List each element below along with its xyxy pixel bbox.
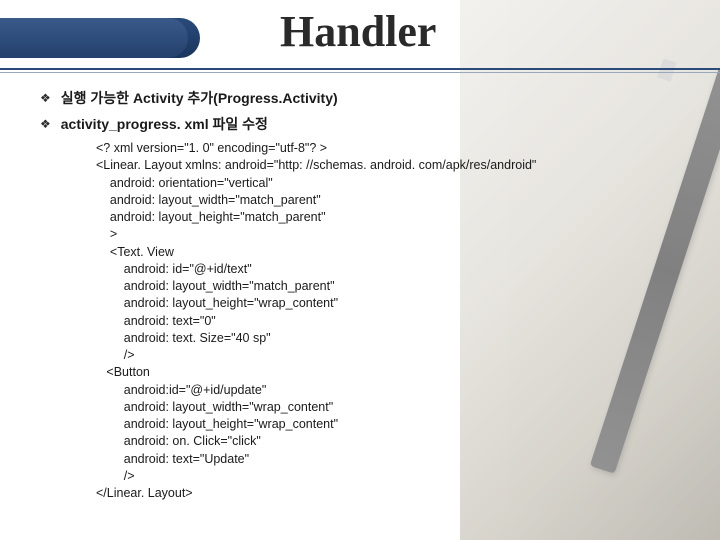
bullet-label: activity_progress. xml 파일 수정 [61, 114, 268, 134]
bullet-item: ❖ 실행 가능한 Activity 추가(Progress.Activity) [40, 88, 680, 108]
diamond-bullet-icon: ❖ [40, 88, 51, 108]
title-bar: Handler [0, 0, 720, 66]
slide-title: Handler [280, 6, 436, 57]
content-area: ❖ 실행 가능한 Activity 추가(Progress.Activity) … [0, 66, 720, 502]
diamond-bullet-icon: ❖ [40, 114, 51, 134]
bullet-item: ❖ activity_progress. xml 파일 수정 [40, 114, 680, 134]
xml-code-block: <? xml version="1. 0" encoding="utf-8"? … [40, 140, 680, 502]
title-accent-shape-inner [0, 18, 188, 58]
bullet-label: 실행 가능한 Activity 추가(Progress.Activity) [61, 88, 338, 108]
